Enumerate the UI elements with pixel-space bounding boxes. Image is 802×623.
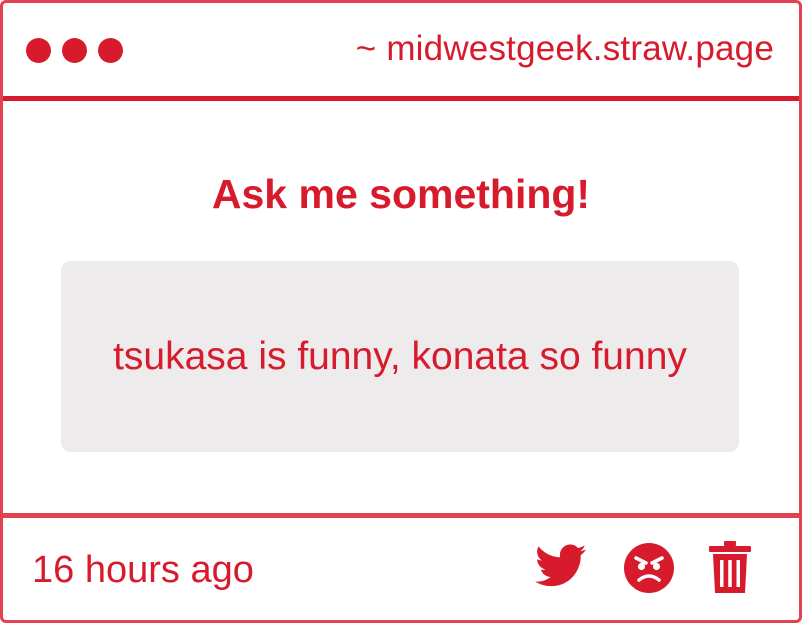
card-footer: 16 hours ago: [3, 513, 799, 620]
timestamp: 16 hours ago: [32, 549, 254, 591]
twitter-icon[interactable]: [535, 544, 587, 588]
trash-icon[interactable]: [709, 541, 751, 593]
page-title: Ask me something!: [211, 171, 591, 217]
window-dot-2: [62, 38, 87, 63]
question-card: ~ midwestgeek.straw.page Ask me somethin…: [0, 0, 802, 623]
question-box: tsukasa is funny, konata so funny: [61, 261, 739, 452]
angry-face-icon[interactable]: [623, 542, 675, 594]
page-url: ~ midwestgeek.straw.page: [355, 29, 774, 68]
window-controls: [26, 38, 123, 63]
window-dot-1: [26, 38, 51, 63]
window-dot-3: [98, 38, 123, 63]
window-titlebar: ~ midwestgeek.straw.page: [3, 3, 799, 101]
card-body: Ask me something! tsukasa is funny, kona…: [3, 101, 799, 513]
question-text: tsukasa is funny, konata so funny: [113, 334, 687, 378]
